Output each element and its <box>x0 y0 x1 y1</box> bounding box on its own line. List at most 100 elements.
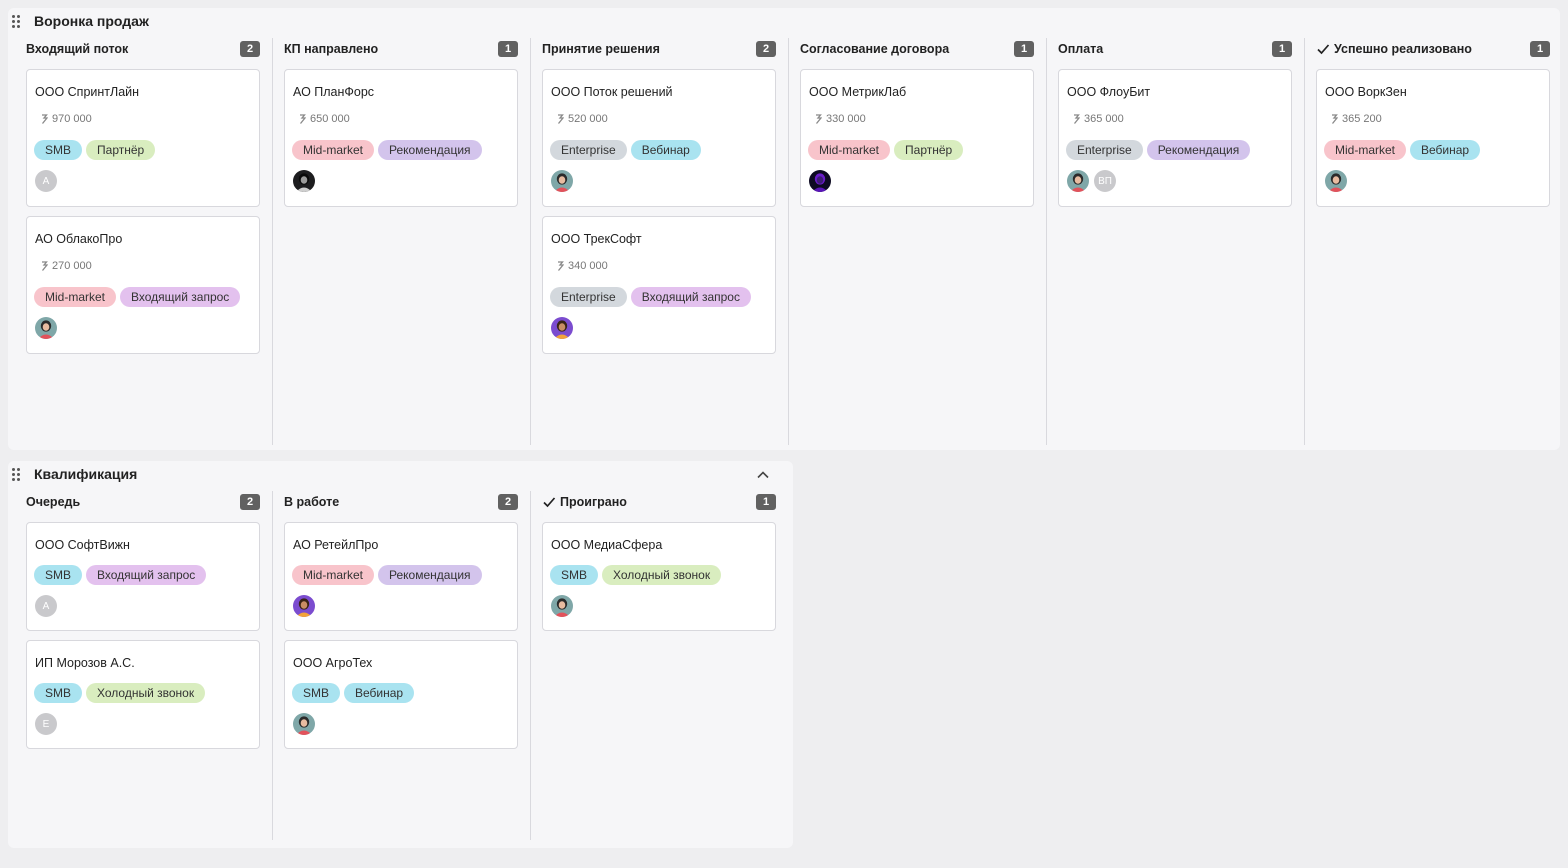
column-divider <box>788 38 789 445</box>
column-divider <box>272 38 273 445</box>
tag-partner[interactable]: Партнёр <box>894 140 964 160</box>
purple-avatar-icon[interactable] <box>551 317 573 339</box>
assignee-list: ВП <box>1067 170 1116 192</box>
tag-smb[interactable]: SMB <box>34 683 83 703</box>
tag-midmarket[interactable]: Mid-market <box>808 140 891 160</box>
deal-amount-value: 365 200 <box>1342 113 1382 125</box>
deal-card[interactable]: ООО СофтВижн SMB Входящий запрос А <box>26 522 260 631</box>
drag-handle-icon[interactable] <box>12 468 21 481</box>
tag-list: SMB Входящий запрос <box>34 565 207 585</box>
tag-referral[interactable]: Рекомендация <box>378 140 482 160</box>
tag-referral[interactable]: Рекомендация <box>378 565 482 585</box>
column-header: Успешно реализовано 1 <box>1316 38 1550 60</box>
tag-smb[interactable]: SMB <box>34 140 83 160</box>
dark-avatar-icon[interactable] <box>293 170 315 192</box>
deal-amount-value: 520 000 <box>568 113 608 125</box>
tag-webinar[interactable]: Вебинар <box>1410 140 1481 160</box>
deal-card[interactable]: ООО СпринтЛайн 970 000 SMB Партнёр А <box>26 69 260 207</box>
deal-name: АО ОблакоПро <box>35 232 123 246</box>
column-count-badge: 2 <box>240 41 260 57</box>
tag-midmarket[interactable]: Mid-market <box>292 140 375 160</box>
column-divider <box>530 491 531 840</box>
deal-card[interactable]: АО ОблакоПро 270 000 Mid-market Входящий за… <box>26 216 260 354</box>
tag-smb[interactable]: SMB <box>292 683 341 703</box>
collapse-button[interactable] <box>755 468 771 482</box>
deal-card[interactable]: ООО ФлоуБит 365 000 Enterprise Рекомендация… <box>1058 69 1292 207</box>
woman-avatar-icon[interactable] <box>1325 170 1347 192</box>
tag-webinar[interactable]: Вебинар <box>344 683 415 703</box>
column-header: Очередь 2 <box>26 491 260 513</box>
deal-card[interactable]: ООО МетрикЛаб 330 000 Mid-market Партнёр <box>800 69 1034 207</box>
woman-avatar-icon[interactable] <box>551 170 573 192</box>
tag-midmarket[interactable]: Mid-market <box>1324 140 1407 160</box>
column-title: Принятие решения <box>542 42 660 56</box>
kanban-column: Проиграно 1 ООО МедиаСфера SMB Холодный звон… <box>542 491 800 840</box>
woman-avatar-icon[interactable] <box>551 595 573 617</box>
deal-name: ООО МедиаСфера <box>551 538 663 552</box>
tag-referral[interactable]: Рекомендация <box>1146 140 1251 160</box>
money-icon <box>557 261 565 271</box>
kanban-column: КП направлено 1 АО ПланФорс 650 000 Mid-mark… <box>284 38 542 445</box>
column-header: Входящий поток 2 <box>26 38 260 60</box>
purple-avatar-icon[interactable] <box>293 595 315 617</box>
board-sales-funnel: Воронка продаж Входящий поток 2 ООО Спринт… <box>8 8 1560 450</box>
deal-card[interactable]: ООО АгроТех SMB Вебинар <box>284 640 518 749</box>
tag-cold[interactable]: Холодный звонок <box>86 683 206 703</box>
avatar[interactable]: А <box>35 170 57 192</box>
deal-amount-value: 365 000 <box>1084 113 1124 125</box>
woman-avatar-icon[interactable] <box>1067 170 1089 192</box>
avatar[interactable]: ВП <box>1094 170 1116 192</box>
tag-enterprise[interactable]: Enterprise <box>550 287 627 307</box>
kanban-column: Очередь 2 ООО СофтВижн SMB Входящий запрос А И… <box>26 491 284 840</box>
deal-card[interactable]: ООО ТрекСофт 340 000 Enterprise Входящий за… <box>542 216 776 354</box>
tag-partner[interactable]: Партнёр <box>86 140 156 160</box>
tag-inbound[interactable]: Входящий запрос <box>120 287 241 307</box>
deal-amount: 340 000 <box>557 260 608 272</box>
deal-card[interactable]: ООО Поток решений 520 000 Enterprise Вебина… <box>542 69 776 207</box>
avatar[interactable]: Е <box>35 713 57 735</box>
night-avatar-icon[interactable] <box>809 170 831 192</box>
deal-amount: 520 000 <box>557 113 608 125</box>
column-title: Входящий поток <box>26 42 128 56</box>
tag-smb[interactable]: SMB <box>550 565 599 585</box>
tag-list: Enterprise Вебинар <box>550 140 701 160</box>
tag-list: Mid-market Вебинар <box>1324 140 1481 160</box>
money-icon <box>41 261 49 271</box>
woman-avatar-icon[interactable] <box>293 713 315 735</box>
tag-enterprise[interactable]: Enterprise <box>1066 140 1143 160</box>
tag-enterprise[interactable]: Enterprise <box>550 140 627 160</box>
column-count-badge: 1 <box>1272 41 1292 57</box>
tag-inbound[interactable]: Входящий запрос <box>86 565 207 585</box>
board-header: Квалификация <box>8 461 793 487</box>
tag-list: Mid-market Входящий запрос <box>34 287 241 307</box>
tag-list: Enterprise Входящий запрос <box>550 287 751 307</box>
deal-card[interactable]: АО ПланФорс 650 000 Mid-market Рекомендация <box>284 69 518 207</box>
tag-list: Mid-market Рекомендация <box>292 140 482 160</box>
deal-card[interactable]: ООО ВоркЗен 365 200 Mid-market Вебинар <box>1316 69 1550 207</box>
chevron-up-icon <box>757 471 769 479</box>
money-icon <box>41 114 49 124</box>
tag-list: SMB Холодный звонок <box>34 683 206 703</box>
tag-list: Mid-market Рекомендация <box>292 565 482 585</box>
tag-list: Mid-market Партнёр <box>808 140 964 160</box>
deal-card[interactable]: АО РетейлПро Mid-market Рекомендация <box>284 522 518 631</box>
tag-midmarket[interactable]: Mid-market <box>34 287 117 307</box>
deal-card[interactable]: ООО МедиаСфера SMB Холодный звонок <box>542 522 776 631</box>
column-title-text: В работе <box>284 495 340 509</box>
tag-webinar[interactable]: Вебинар <box>630 140 701 160</box>
column-count-badge: 2 <box>498 494 518 510</box>
column-count-badge: 2 <box>240 494 260 510</box>
column-header: Согласование договора 1 <box>800 38 1034 60</box>
avatar[interactable]: А <box>35 595 57 617</box>
tag-midmarket[interactable]: Mid-market <box>292 565 375 585</box>
deal-name: ООО СофтВижн <box>35 538 130 552</box>
column-divider <box>272 491 273 840</box>
tag-smb[interactable]: SMB <box>34 565 83 585</box>
tag-list: Enterprise Рекомендация <box>1066 140 1251 160</box>
deal-card[interactable]: ИП Морозов А.С. SMB Холодный звонок Е <box>26 640 260 749</box>
money-icon <box>299 114 307 124</box>
woman-avatar-icon[interactable] <box>35 317 57 339</box>
tag-cold[interactable]: Холодный звонок <box>602 565 722 585</box>
drag-handle-icon[interactable] <box>12 15 21 28</box>
tag-inbound[interactable]: Входящий запрос <box>630 287 751 307</box>
